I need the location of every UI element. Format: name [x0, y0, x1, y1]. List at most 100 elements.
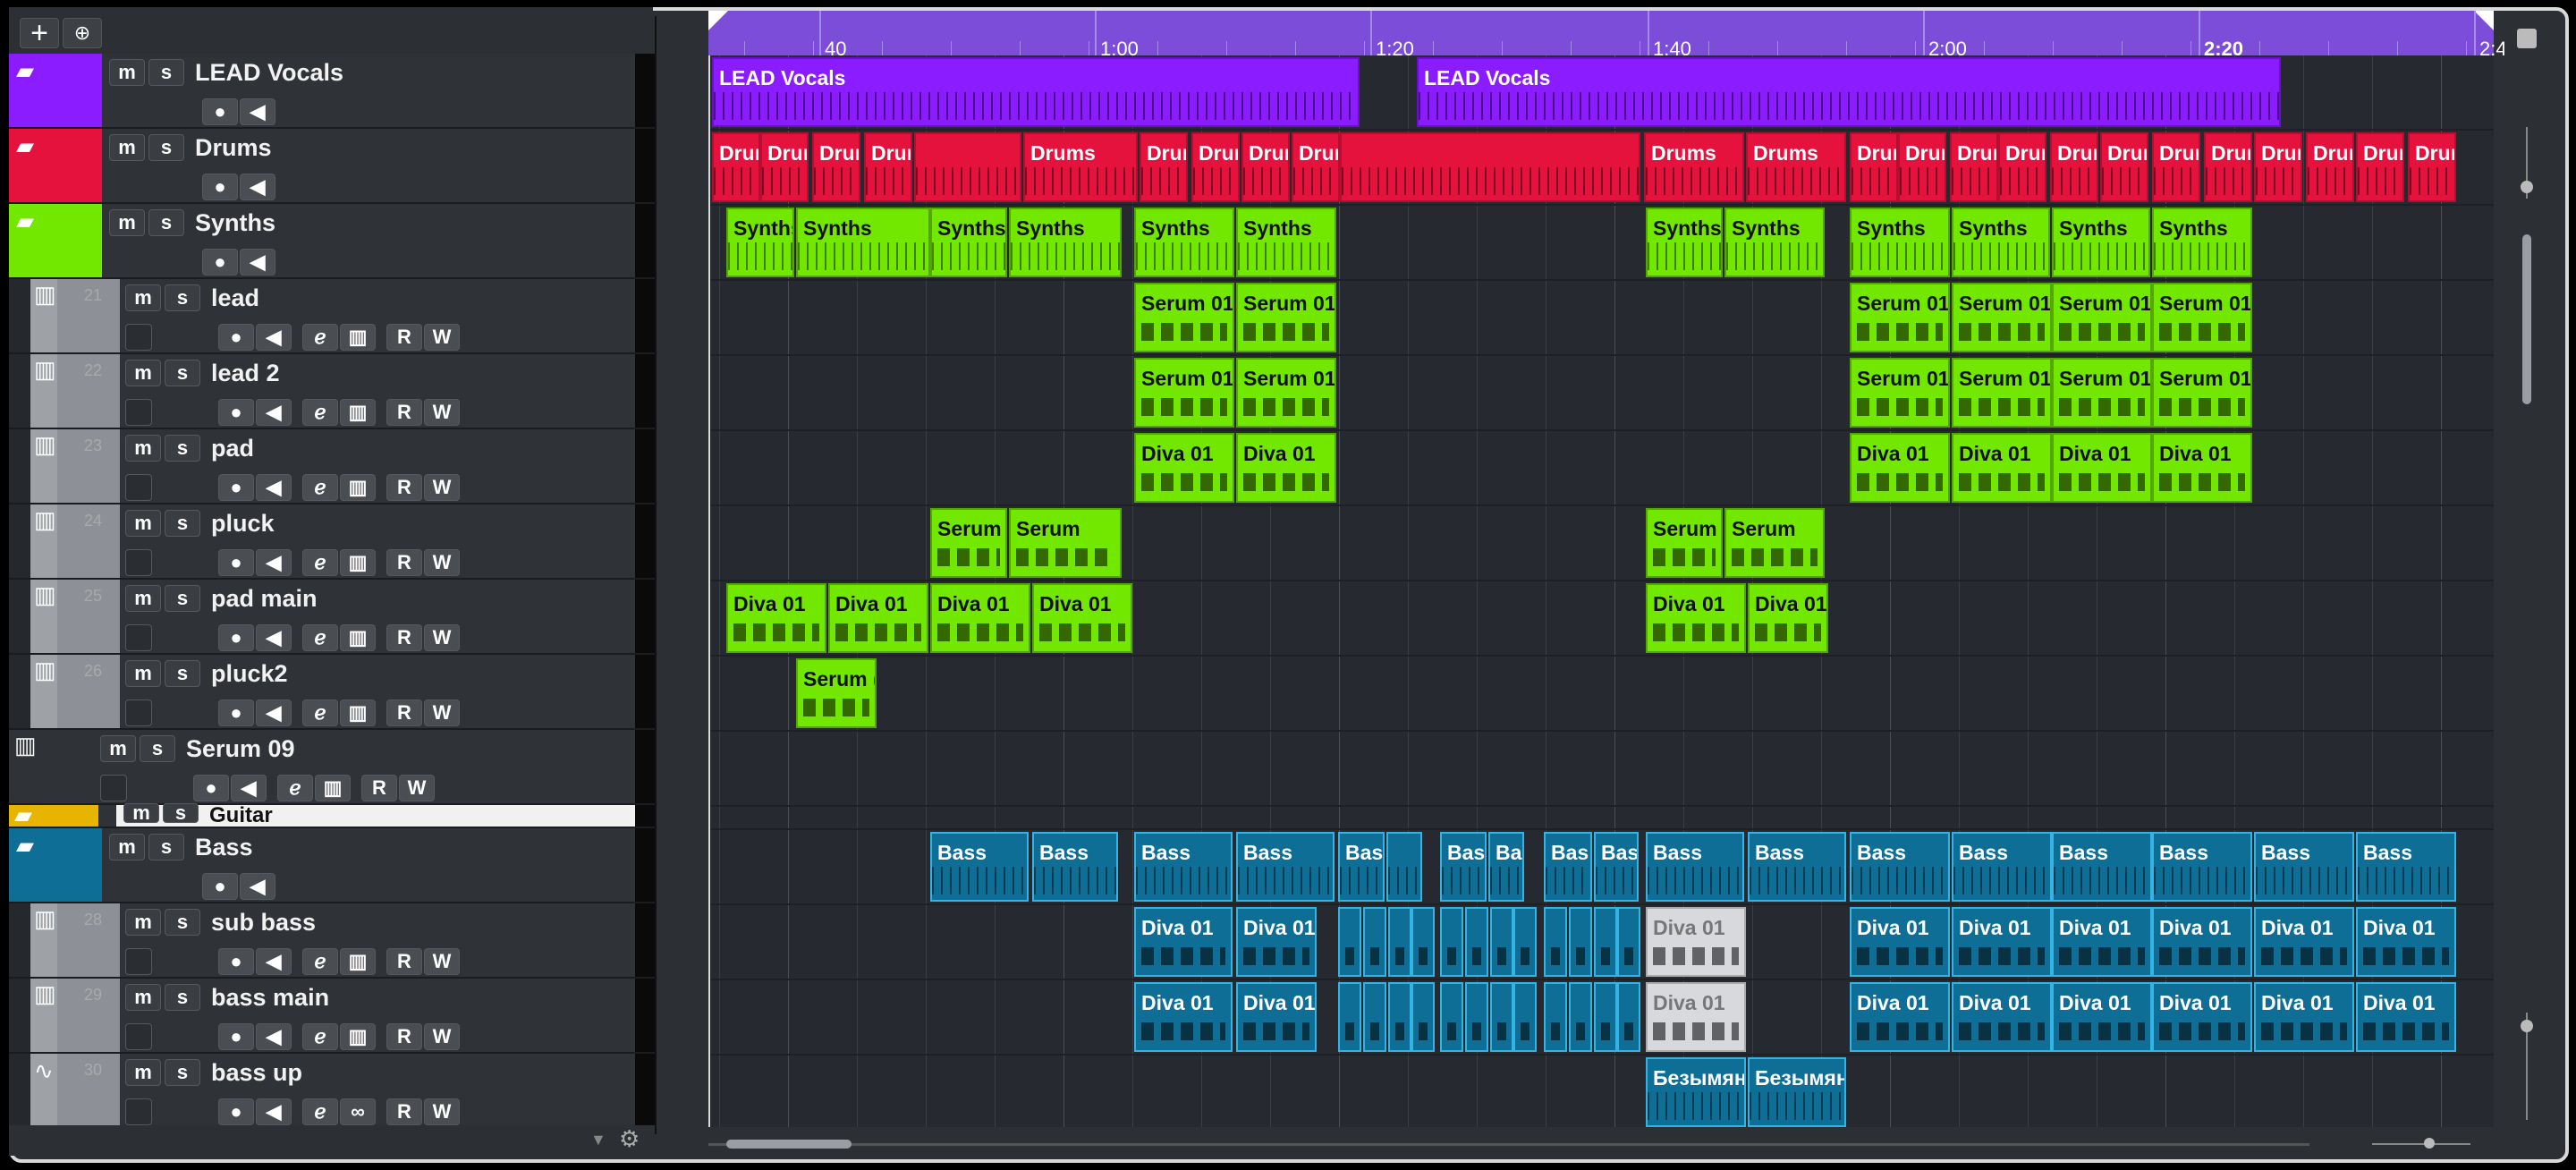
- clip[interactable]: Diva 01: [2254, 907, 2354, 977]
- record-enable-icon[interactable]: ●: [202, 873, 238, 900]
- monitor-icon[interactable]: ◀: [256, 474, 292, 501]
- track-name[interactable]: Bass: [195, 834, 253, 861]
- record-enable-icon[interactable]: ●: [202, 174, 238, 200]
- write-automation-button[interactable]: W: [424, 624, 460, 651]
- clip[interactable]: Bass: [1646, 832, 1744, 902]
- solo-button[interactable]: s: [165, 909, 200, 936]
- monitor-icon[interactable]: ◀: [256, 549, 292, 576]
- monitor-icon[interactable]: ◀: [231, 775, 267, 801]
- track-name[interactable]: pluck: [211, 510, 275, 538]
- clip[interactable]: Serum 01: [1850, 283, 1950, 352]
- write-automation-button[interactable]: W: [424, 399, 460, 426]
- clip[interactable]: Diva 01: [2356, 907, 2456, 977]
- mute-button[interactable]: m: [100, 735, 136, 762]
- mute-button[interactable]: m: [125, 360, 161, 386]
- clip[interactable]: Безымян: [1748, 1057, 1846, 1127]
- edit-instrument-icon[interactable]: ℯ: [302, 624, 338, 651]
- write-automation-button[interactable]: W: [424, 549, 460, 576]
- write-automation-button[interactable]: W: [424, 324, 460, 351]
- clip[interactable]: Synths: [1646, 208, 1723, 277]
- clip[interactable]: Serum 01: [2052, 283, 2152, 352]
- clip[interactable]: Serum: [1009, 508, 1122, 578]
- clip[interactable]: Serum 01: [2052, 358, 2152, 428]
- record-enable-icon[interactable]: ●: [202, 249, 238, 276]
- mute-button[interactable]: m: [125, 984, 161, 1011]
- clip[interactable]: LEAD Vocals: [1417, 57, 2281, 127]
- solo-button[interactable]: s: [140, 735, 175, 762]
- read-automation-button[interactable]: R: [386, 699, 422, 726]
- track-synths[interactable]: ▰ m s Synths ● ◀: [9, 204, 655, 279]
- left-locator-icon[interactable]: [708, 11, 728, 30]
- clip[interactable]: [1569, 982, 1592, 1052]
- mute-button[interactable]: m: [125, 585, 161, 612]
- track-state-box[interactable]: [125, 399, 152, 426]
- record-enable-icon[interactable]: ●: [218, 1098, 254, 1125]
- clip[interactable]: Drur: [760, 132, 809, 202]
- clip[interactable]: Synths: [1236, 208, 1336, 277]
- track-name[interactable]: lead 2: [211, 360, 280, 387]
- record-enable-icon[interactable]: ●: [218, 399, 254, 426]
- clip[interactable]: [914, 132, 1021, 202]
- clip[interactable]: Diva 01: [1134, 982, 1233, 1052]
- horizontal-scroll-thumb[interactable]: [726, 1140, 852, 1149]
- clip[interactable]: Diva 01: [2152, 982, 2252, 1052]
- clip[interactable]: Serum 01: [2152, 358, 2252, 428]
- clip[interactable]: Serum 01: [1952, 283, 2052, 352]
- horizontal-scrollbar[interactable]: [708, 1134, 2494, 1156]
- track-name[interactable]: pad main: [211, 585, 318, 613]
- vertical-zoom-handle-2[interactable]: [2521, 1020, 2533, 1032]
- clip[interactable]: [1363, 982, 1386, 1052]
- track-state-box[interactable]: [125, 699, 152, 726]
- monitor-icon[interactable]: ◀: [256, 399, 292, 426]
- mute-button[interactable]: m: [123, 803, 159, 823]
- clip[interactable]: Diva 01: [1748, 583, 1828, 653]
- clip[interactable]: Bas: [1594, 832, 1639, 902]
- clip[interactable]: Bas: [1544, 832, 1592, 902]
- clip[interactable]: Bas: [1488, 832, 1524, 902]
- clip[interactable]: Diva 01: [2052, 433, 2152, 503]
- solo-button[interactable]: s: [148, 834, 184, 861]
- track-lead-2[interactable]: ▥ 22 m s lead 2 ● ◀ ℯ ▥ R W: [9, 354, 655, 429]
- track-guitar[interactable]: ▰ m s Guitar: [9, 801, 655, 828]
- arrange-window[interactable]: LEAD Vocals LEAD Vocals Drur Drur Drur Drur Dr…: [708, 55, 2494, 1127]
- track-name[interactable]: Serum 09: [186, 735, 295, 763]
- clip[interactable]: [1513, 982, 1537, 1052]
- track-list-menu-icon[interactable]: [2517, 29, 2537, 48]
- clip[interactable]: Diva 01: [828, 583, 928, 653]
- clip[interactable]: [1594, 907, 1617, 977]
- write-automation-button[interactable]: W: [424, 948, 460, 975]
- track-bass[interactable]: ▰ m s Bass ● ◀: [9, 828, 655, 903]
- track-state-box[interactable]: [125, 1098, 152, 1125]
- edit-instrument-icon[interactable]: ℯ: [302, 399, 338, 426]
- mute-button[interactable]: m: [125, 435, 161, 462]
- clip[interactable]: Diva 01: [2052, 907, 2152, 977]
- track-name[interactable]: lead: [211, 284, 259, 312]
- read-automation-button[interactable]: R: [386, 474, 422, 501]
- clip[interactable]: Diva 01: [2356, 982, 2456, 1052]
- mute-button[interactable]: m: [109, 834, 145, 861]
- clip[interactable]: Bas:: [1338, 832, 1385, 902]
- clip[interactable]: Serum 01: [1952, 358, 2052, 428]
- clip[interactable]: Bass: [1850, 832, 1950, 902]
- clip[interactable]: [1440, 907, 1463, 977]
- read-automation-button[interactable]: R: [386, 1098, 422, 1125]
- record-enable-icon[interactable]: ●: [218, 948, 254, 975]
- instrument-rack-icon[interactable]: ▥: [340, 1023, 376, 1050]
- track-sub-bass[interactable]: ▥ 28 m s sub bass ● ◀ ℯ ▥ R W: [9, 903, 655, 979]
- mute-button[interactable]: m: [125, 909, 161, 936]
- track-name[interactable]: bass up: [211, 1059, 302, 1087]
- clip[interactable]: Bass: [2254, 832, 2354, 902]
- clip[interactable]: [1386, 832, 1422, 902]
- clip[interactable]: [1569, 907, 1592, 977]
- read-automation-button[interactable]: R: [386, 948, 422, 975]
- vertical-scroll-thumb[interactable]: [2522, 234, 2531, 404]
- solo-button[interactable]: s: [165, 510, 200, 537]
- clip[interactable]: Drur: [864, 132, 912, 202]
- track-state-box[interactable]: [125, 324, 152, 351]
- clip[interactable]: Drur: [1898, 132, 1946, 202]
- clip[interactable]: Bass: [2152, 832, 2252, 902]
- monitor-icon[interactable]: ◀: [256, 1098, 292, 1125]
- horizontal-zoom-handle[interactable]: [2424, 1138, 2435, 1149]
- clip[interactable]: Serum 01: [1134, 283, 1234, 352]
- edit-instrument-icon[interactable]: ℯ: [302, 948, 338, 975]
